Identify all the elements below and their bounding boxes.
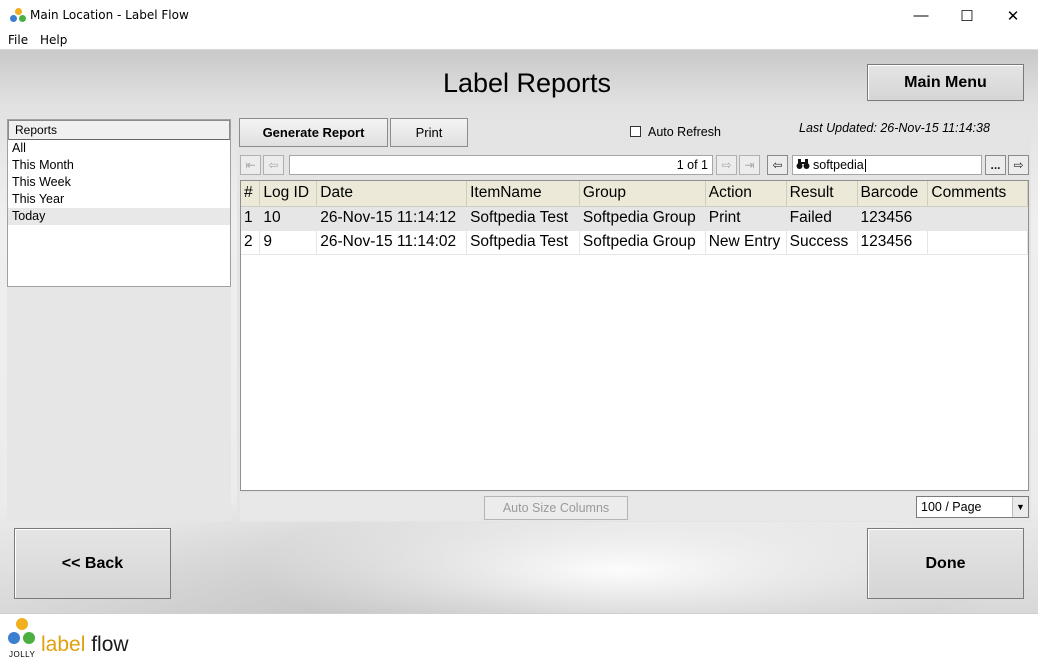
auto-refresh-label: Auto Refresh: [648, 125, 721, 139]
left-panel-fill: [7, 287, 231, 521]
menu-file[interactable]: File: [8, 33, 28, 47]
footer: JOLLY label flow: [0, 613, 1038, 662]
cell: Softpedia Test: [466, 230, 580, 255]
done-button[interactable]: Done: [867, 528, 1024, 599]
cell: 10: [259, 206, 318, 231]
chevron-down-icon[interactable]: ▼: [1012, 497, 1028, 517]
cell: New Entry: [705, 230, 787, 255]
minimize-button[interactable]: —: [898, 0, 944, 31]
cell: Softpedia Test: [466, 206, 580, 231]
last-page-icon[interactable]: ⇥: [739, 155, 760, 175]
cell: 9: [259, 230, 318, 255]
back-button[interactable]: << Back: [14, 528, 171, 599]
auto-size-columns-button[interactable]: Auto Size Columns: [484, 496, 628, 520]
report-item-today[interactable]: Today: [8, 208, 230, 225]
report-item-this-year[interactable]: This Year: [8, 191, 230, 208]
column-header[interactable]: Action: [705, 181, 787, 207]
more-button[interactable]: ...: [985, 155, 1006, 175]
brand-part1: label: [41, 633, 86, 656]
last-updated: Last Updated: 26-Nov-15 11:14:38: [799, 121, 990, 135]
cell: Failed: [786, 206, 858, 231]
next-page-icon[interactable]: ⇨: [716, 155, 737, 175]
cell: 26-Nov-15 11:14:12: [316, 206, 468, 231]
column-header[interactable]: #: [241, 181, 261, 207]
cell: 26-Nov-15 11:14:02: [316, 230, 468, 255]
report-panel: Generate Report Print Auto Refresh Last …: [237, 118, 1031, 522]
search-forward-icon[interactable]: ⇨: [1008, 155, 1029, 175]
last-updated-label: Last Updated:: [799, 121, 877, 135]
maximize-button[interactable]: ☐: [944, 0, 990, 31]
menu-bar: File Help: [0, 31, 1038, 50]
cell: Print: [705, 206, 787, 231]
column-header[interactable]: Group: [579, 181, 706, 207]
table-row[interactable]: 1 10 26-Nov-15 11:14:12 Softpedia Test S…: [241, 206, 1028, 231]
menu-help[interactable]: Help: [40, 33, 67, 47]
grid-header-row: # Log ID Date ItemName Group Action Resu…: [241, 181, 1028, 207]
per-page-value: 100 / Page: [921, 500, 982, 514]
close-button[interactable]: ✕: [990, 0, 1036, 31]
cell: 2: [241, 230, 261, 255]
print-button[interactable]: Print: [390, 118, 468, 147]
cell: 1: [241, 206, 261, 231]
reports-header: Reports: [8, 120, 230, 140]
cell: Softpedia Group: [579, 206, 706, 231]
log-grid: # Log ID Date ItemName Group Action Resu…: [240, 180, 1029, 491]
reports-list: Reports All This Month This Week This Ye…: [7, 119, 231, 287]
cell: [927, 230, 1028, 255]
column-header[interactable]: Comments: [927, 181, 1028, 207]
first-page-icon[interactable]: ⇤: [240, 155, 261, 175]
search-value: softpedia: [813, 158, 864, 172]
brand-logo: label flow: [41, 633, 129, 657]
prev-page-icon[interactable]: ⇦: [263, 155, 284, 175]
generate-report-button[interactable]: Generate Report: [239, 118, 388, 147]
cell: Softpedia Group: [579, 230, 706, 255]
main-content: Label Reports Main Menu Reports All This…: [0, 50, 1038, 613]
brand-part2: flow: [91, 633, 129, 656]
grid-footer: Auto Size Columns 100 / Page ▼: [240, 493, 1029, 521]
report-item-this-month[interactable]: This Month: [8, 157, 230, 174]
column-header[interactable]: Log ID: [259, 181, 318, 207]
cell: Success: [786, 230, 858, 255]
cell: 123456: [857, 230, 929, 255]
report-item-all[interactable]: All: [8, 140, 230, 157]
report-item-this-week[interactable]: This Week: [8, 174, 230, 191]
auto-refresh-checkbox[interactable]: [630, 126, 641, 137]
column-header[interactable]: Date: [316, 181, 468, 207]
table-row[interactable]: 2 9 26-Nov-15 11:14:02 Softpedia Test So…: [241, 230, 1028, 255]
last-updated-value: 26-Nov-15 11:14:38: [880, 121, 990, 135]
page-indicator: 1 of 1: [289, 155, 713, 175]
column-header[interactable]: ItemName: [466, 181, 580, 207]
binoculars-icon: [796, 158, 810, 173]
jolly-text: JOLLY: [9, 650, 36, 659]
column-header[interactable]: Result: [786, 181, 858, 207]
jolly-logo: JOLLY: [6, 616, 38, 660]
title-bar: Main Location - Label Flow — ☐ ✕: [0, 0, 1038, 31]
column-header[interactable]: Barcode: [857, 181, 929, 207]
window-title: Main Location - Label Flow: [30, 8, 189, 22]
search-back-icon[interactable]: ⇦: [767, 155, 788, 175]
search-input[interactable]: softpedia: [792, 155, 982, 175]
app-icon: [10, 8, 26, 24]
cell: [927, 206, 1028, 231]
main-menu-button[interactable]: Main Menu: [867, 64, 1024, 101]
per-page-select[interactable]: 100 / Page ▼: [916, 496, 1029, 518]
cell: 123456: [857, 206, 929, 231]
